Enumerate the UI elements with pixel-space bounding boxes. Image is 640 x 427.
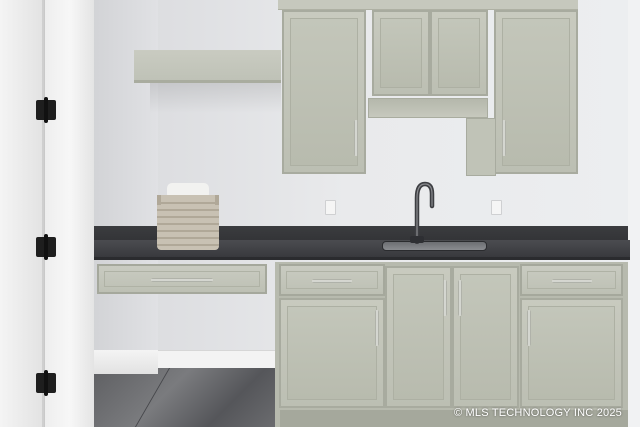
cabinet-handle-icon [354,120,358,156]
kitchenette-photo: © MLS TECHNOLOGY INC 2025 [0,0,640,427]
outlet-icon [325,200,336,215]
faucet-icon [410,181,435,244]
upper-cabinet-middle-right [430,10,488,96]
outlet-icon [491,200,502,215]
right-wall [628,0,640,427]
lower-cabinet-door-right [520,298,623,408]
door-frame [44,0,94,427]
baseboard-back [158,350,275,368]
sink-cabinet-door-right [452,266,519,408]
upper-cabinet-left [282,10,366,174]
wicker-basket-icon [157,183,219,250]
photo-watermark: © MLS TECHNOLOGY INC 2025 [454,407,622,419]
open-shelf [134,50,281,83]
baseboard-side [94,350,158,374]
lower-drawer-left [279,264,385,296]
cabinet-handle-icon [502,120,506,156]
cabinet-side-panel [466,118,496,176]
under-cabinet-panel [368,98,488,118]
cabinet-handle-icon [527,310,531,346]
tile-floor [92,368,282,427]
upper-cabinet-crown [278,0,578,10]
upper-cabinet-right [494,10,578,174]
door-hinge-icon [36,234,56,260]
cabinet-handle-icon [151,278,213,282]
lower-cabinet-door-left [279,298,385,408]
upper-cabinet-middle-left [372,10,430,96]
cabinet-handle-icon [552,279,592,283]
cabinet-handle-icon [458,280,462,316]
desk-drawer [97,264,267,294]
cabinet-handle-icon [443,280,447,316]
door [0,0,44,427]
sink-cabinet-door-left [385,266,452,408]
cabinet-handle-icon [312,279,352,283]
shelf-shadow [150,83,281,113]
cabinet-handle-icon [375,310,379,346]
door-hinge-icon [36,370,56,396]
lower-drawer-right [520,264,623,296]
door-hinge-icon [36,97,56,123]
